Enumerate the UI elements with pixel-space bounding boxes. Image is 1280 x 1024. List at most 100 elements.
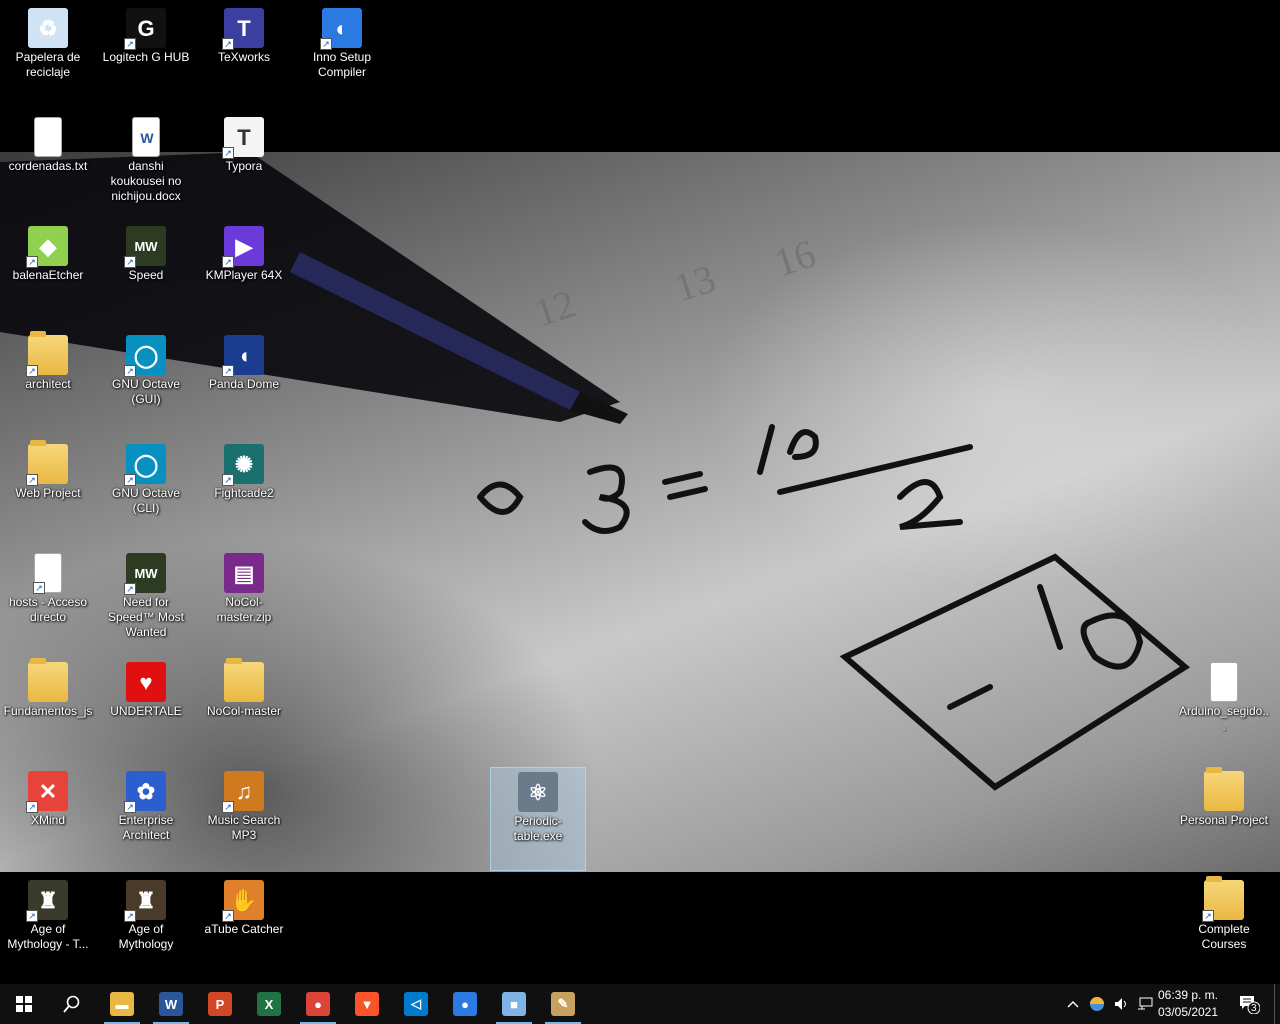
taskbar-brave-button[interactable]: ▼ bbox=[343, 984, 391, 1024]
desktop-icon-papelera-de-reciclaje[interactable]: ♻ Papelera de reciclaje bbox=[0, 4, 96, 108]
desktop-icon-label: TeXworks bbox=[217, 50, 270, 64]
desktop-icon-nocol-master[interactable]: NoCol-master bbox=[196, 658, 292, 762]
desktop-icon-architect[interactable]: ↗ architect bbox=[0, 331, 96, 435]
desktop-icon-logitech-g-hub[interactable]: G ↗ Logitech G HUB bbox=[98, 4, 194, 108]
svg-text:13: 13 bbox=[669, 255, 721, 310]
desktop-icon-need-for-speed-most-wanted[interactable]: MW ↗ Need for Speed™ Most Wanted bbox=[98, 549, 194, 653]
desktop-icon-speed[interactable]: MW ↗ Speed bbox=[98, 222, 194, 326]
desktop-icon-nocol-master-zip[interactable]: ▤ NoCol-master.zip bbox=[196, 549, 292, 653]
desktop-icon-inno-setup-compiler[interactable]: ◐ ↗ Inno Setup Compiler bbox=[294, 4, 390, 108]
weather-icon bbox=[1090, 997, 1104, 1011]
desktop-icon-undertale[interactable]: ♥ UNDERTALE bbox=[98, 658, 194, 762]
shortcut-arrow-icon: ↗ bbox=[124, 474, 136, 486]
desktop-icon-label: Periodic-table.exe bbox=[513, 814, 563, 843]
taskbar-file-explorer-button[interactable]: ▬ bbox=[98, 984, 146, 1024]
texworks-icon: T ↗ bbox=[222, 8, 264, 50]
desktop-icon-gnu-octave-gui[interactable]: ◯ ↗ GNU Octave (GUI) bbox=[98, 331, 194, 435]
file-shortcut-icon: ↗ bbox=[33, 553, 62, 594]
desktop-icon-label: GNU Octave (GUI) bbox=[111, 377, 180, 406]
desktop-icon-gnu-octave-cli[interactable]: ◯ ↗ GNU Octave (CLI) bbox=[98, 440, 194, 544]
svg-text:12: 12 bbox=[529, 280, 581, 335]
taskbar-firefox-button[interactable]: ● bbox=[441, 984, 489, 1024]
desktop-icon-music-search-mp3[interactable]: ♫ ↗ Music Search MP3 bbox=[196, 767, 292, 871]
desktop-icon-fightcade2[interactable]: ✺ ↗ Fightcade2 bbox=[196, 440, 292, 544]
taskbar-virtualbox-button[interactable]: ■ bbox=[490, 984, 538, 1024]
shortcut-arrow-icon: ↗ bbox=[124, 256, 136, 268]
desktop-icon-label: Web Project bbox=[15, 486, 81, 500]
vscode-icon: ◁ bbox=[404, 992, 428, 1016]
desktop-icon-danshi-koukousei-no-nichijou-docx[interactable]: Wdanshi koukousei no nichijou.docx bbox=[98, 113, 194, 217]
shortcut-arrow-icon: ↗ bbox=[320, 38, 332, 50]
excel-icon: X bbox=[257, 992, 281, 1016]
desktop-icon-web-project[interactable]: ↗ Web Project bbox=[0, 440, 96, 544]
age-of-mythology-titans-icon: ♜ ↗ bbox=[26, 880, 68, 922]
taskbar-paint-button[interactable]: ✎ bbox=[539, 984, 587, 1024]
desktop-icon-panda-dome[interactable]: ◖ ↗ Panda Dome bbox=[196, 331, 292, 435]
desktop-icon-label: Fundamentos_js bbox=[3, 704, 93, 718]
network-button[interactable] bbox=[1134, 984, 1156, 1024]
folder-shortcut-icon: ↗ bbox=[1202, 876, 1244, 922]
chevron-up-icon bbox=[1067, 1001, 1079, 1008]
desktop-icon-hosts-acceso-directo[interactable]: ↗ hosts - Acceso directo bbox=[0, 549, 96, 653]
desktop-icon-complete-courses[interactable]: ↗ Complete Courses bbox=[1176, 876, 1272, 980]
desktop-icon-label: Inno Setup Compiler bbox=[312, 50, 372, 79]
search-button[interactable] bbox=[48, 984, 96, 1024]
taskbar-vscode-button[interactable]: ◁ bbox=[392, 984, 440, 1024]
folder-icon: ▬ bbox=[110, 992, 134, 1016]
shortcut-arrow-icon: ↗ bbox=[222, 910, 234, 922]
shortcut-arrow-icon: ↗ bbox=[222, 801, 234, 813]
windows-start-icon bbox=[16, 996, 32, 1012]
desktop-icon-label: hosts - Acceso directo bbox=[8, 595, 88, 624]
desktop-icon-enterprise-architect[interactable]: ✿ ↗ Enterprise Architect bbox=[98, 767, 194, 871]
desktop-icon-texworks[interactable]: T ↗ TeXworks bbox=[196, 4, 292, 108]
cube-icon: ■ bbox=[502, 992, 526, 1016]
desktop-icon-arduino-segido[interactable]: Arduino_segido... bbox=[1176, 658, 1272, 762]
shortcut-arrow-icon: ↗ bbox=[124, 38, 136, 50]
desktop-icon-label: Papelera de reciclaje bbox=[15, 50, 81, 79]
octave-icon: ◯ ↗ bbox=[124, 335, 166, 377]
shortcut-arrow-icon: ↗ bbox=[33, 582, 45, 594]
desktop-icon-personal-project[interactable]: Personal Project bbox=[1176, 767, 1272, 871]
word-icon: W bbox=[159, 992, 183, 1016]
show-hidden-icons-button[interactable] bbox=[1062, 984, 1084, 1024]
desktop-icon-kmplayer-64x[interactable]: ▶ ↗ KMPlayer 64X bbox=[196, 222, 292, 326]
shortcut-arrow-icon: ↗ bbox=[124, 365, 136, 377]
taskbar-excel-button[interactable]: X bbox=[245, 984, 293, 1024]
volume-button[interactable] bbox=[1110, 984, 1132, 1024]
taskbar-clock[interactable]: 06:39 p. m. 03/05/2021 bbox=[1156, 987, 1220, 1021]
powerpoint-icon: P bbox=[208, 992, 232, 1016]
desktop-icon-label: KMPlayer 64X bbox=[205, 268, 283, 282]
show-desktop-button[interactable] bbox=[1274, 984, 1280, 1024]
undertale-heart-icon: ♥ bbox=[126, 662, 166, 702]
desktop-icon-atube-catcher[interactable]: ✋ ↗ aTube Catcher bbox=[196, 876, 292, 980]
fightcade-icon: ✺ ↗ bbox=[222, 444, 264, 486]
desktop-icon-label: XMind bbox=[30, 813, 65, 827]
shortcut-arrow-icon: ↗ bbox=[26, 801, 38, 813]
action-center-button[interactable]: 3 bbox=[1232, 984, 1266, 1024]
desktop-icon-label: Arduino_segido... bbox=[1178, 704, 1270, 733]
taskbar-chrome-button[interactable]: ● bbox=[294, 984, 342, 1024]
shortcut-arrow-icon: ↗ bbox=[1202, 910, 1214, 922]
panda-dome-icon: ◖ ↗ bbox=[222, 335, 264, 377]
desktop-icon-age-of-mythology[interactable]: ♜ ↗ Age of Mythology bbox=[98, 876, 194, 980]
xmind-icon: ✕ ↗ bbox=[26, 771, 68, 813]
svg-text:16: 16 bbox=[769, 230, 821, 285]
kmplayer-icon: ▶ ↗ bbox=[222, 226, 264, 268]
start-button[interactable] bbox=[0, 984, 48, 1024]
desktop-icon-label: Fightcade2 bbox=[214, 486, 274, 500]
taskbar-powerpoint-button[interactable]: P bbox=[196, 984, 244, 1024]
shortcut-arrow-icon: ↗ bbox=[26, 910, 38, 922]
desktop-icon-typora[interactable]: T ↗ Typora bbox=[196, 113, 292, 217]
word-document-icon: W bbox=[132, 117, 160, 157]
nfs-most-wanted-icon: MW ↗ bbox=[124, 553, 166, 595]
desktop-icon-xmind[interactable]: ✕ ↗ XMind bbox=[0, 767, 96, 871]
taskbar-word-button[interactable]: W bbox=[147, 984, 195, 1024]
desktop-icon-cordenadas-txt[interactable]: cordenadas.txt bbox=[0, 113, 96, 217]
shortcut-arrow-icon: ↗ bbox=[222, 365, 234, 377]
desktop-icon-fundamentos-js[interactable]: Fundamentos_js bbox=[0, 658, 96, 762]
desktop-icon-balenaetcher[interactable]: ◆ ↗ balenaEtcher bbox=[0, 222, 96, 326]
desktop-icon-periodic-table-exe[interactable]: ⚛ Periodic-table.exe bbox=[490, 767, 586, 871]
weather-button[interactable] bbox=[1086, 984, 1108, 1024]
desktop-icon-age-of-mythology-t[interactable]: ♜ ↗ Age of Mythology - T... bbox=[0, 876, 96, 980]
shortcut-arrow-icon: ↗ bbox=[124, 583, 136, 595]
